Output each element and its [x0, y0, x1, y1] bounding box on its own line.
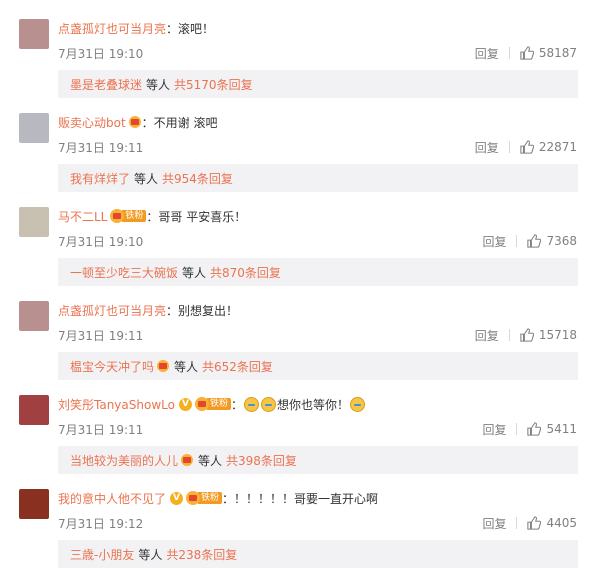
divider: [508, 329, 510, 341]
thumbs-up-icon[interactable]: [520, 46, 534, 60]
divider: [508, 141, 510, 153]
fan-badge: 铁粉: [194, 397, 231, 411]
comment-username[interactable]: 贩卖心动bot: [58, 114, 126, 131]
reply-button[interactable]: 回复: [482, 515, 506, 532]
crying-emoji-icon: [244, 396, 259, 412]
thumbs-up-icon[interactable]: [520, 328, 534, 342]
sub-reply-user[interactable]: 榅宝今天冲了吗: [70, 358, 154, 375]
sub-reply-bar[interactable]: 榅宝今天冲了吗 等人 共652条回复: [58, 352, 578, 380]
sub-reply-total[interactable]: 共5170条回复: [174, 76, 253, 93]
comment-username[interactable]: 马不二LL: [58, 208, 107, 225]
avatar[interactable]: [19, 395, 49, 425]
sub-reply-bar[interactable]: 一顿至少吃三大碗饭 等人 共870条回复: [58, 258, 578, 286]
thumbs-up-icon[interactable]: [527, 422, 542, 436]
thumbs-up-icon[interactable]: [520, 140, 534, 154]
sub-reply-text: 等人: [174, 359, 199, 374]
sub-reply-text: 等人: [198, 453, 223, 468]
divider: [508, 47, 510, 59]
like-count: 4405: [546, 516, 577, 530]
comment-username[interactable]: 我的意中人他不见了: [58, 490, 166, 507]
crying-emoji-icon: [261, 396, 276, 412]
reply-button[interactable]: 回复: [482, 233, 506, 250]
sub-reply-total[interactable]: 共954条回复: [162, 170, 233, 187]
sub-reply-user[interactable]: 三歳-小朋友: [70, 546, 134, 563]
avatar[interactable]: [19, 207, 49, 237]
avatar[interactable]: [19, 489, 49, 519]
verified-v-icon: V: [170, 491, 184, 505]
fan-badge: 铁粉: [110, 209, 147, 223]
divider: [516, 517, 518, 529]
divider: [516, 235, 518, 247]
comment-username[interactable]: 刘笑彤TanyaShowLo: [58, 396, 175, 413]
like-count: 7368: [546, 234, 577, 248]
comment-time: 7月31日 19:10: [58, 235, 144, 249]
avatar[interactable]: [19, 19, 49, 49]
thumbs-up-icon[interactable]: [527, 234, 542, 248]
sub-reply-total[interactable]: 共652条回复: [202, 358, 273, 375]
comment-text: ：滚吧！: [166, 21, 215, 36]
sub-reply-total[interactable]: 共870条回复: [210, 264, 281, 281]
crying-emoji-icon: [350, 396, 366, 412]
sub-reply-text: 等人: [182, 265, 207, 280]
comment-text: ：不用谢 滚吧: [141, 115, 218, 130]
sub-reply-text: 等人: [146, 77, 171, 92]
vip-crown-icon: [180, 453, 194, 467]
comment-time: 7月31日 19:10: [58, 47, 144, 61]
avatar[interactable]: [19, 301, 49, 331]
sub-reply-total[interactable]: 共398条回复: [226, 452, 297, 469]
crown-icon: [194, 397, 209, 411]
sub-reply-bar[interactable]: 当地较为美丽的人儿 等人 共398条回复: [58, 446, 578, 474]
divider: [516, 423, 518, 435]
sub-reply-bar[interactable]: 三歳-小朋友 等人 共238条回复: [58, 540, 578, 568]
reply-button[interactable]: 回复: [475, 139, 499, 156]
avatar[interactable]: [19, 113, 49, 143]
comment-text: 想你也等你！: [277, 397, 350, 412]
sub-reply-text: 等人: [134, 171, 159, 186]
sub-reply-user[interactable]: 墨是老叠球迷: [70, 76, 142, 93]
reply-button[interactable]: 回复: [475, 45, 499, 62]
comment-colon: ：: [230, 397, 243, 412]
sub-reply-bar[interactable]: 墨是老叠球迷 等人 共5170条回复: [58, 70, 578, 98]
verified-v-icon: V: [178, 397, 192, 411]
sub-reply-user[interactable]: 一顿至少吃三大碗饭: [70, 264, 178, 281]
comment-text: ：哥哥 平安喜乐！: [146, 209, 247, 224]
crown-icon: [186, 491, 201, 505]
vip-crown-icon: [156, 359, 170, 373]
sub-reply-user[interactable]: 我有烊烊了: [70, 170, 130, 187]
sub-reply-bar[interactable]: 我有烊烊了 等人 共954条回复: [58, 164, 578, 192]
like-count: 22871: [538, 140, 577, 154]
comment-username[interactable]: 点盏孤灯也可当月亮: [58, 302, 166, 319]
reply-button[interactable]: 回复: [482, 421, 506, 438]
sub-reply-total[interactable]: 共238条回复: [166, 546, 237, 563]
like-count: 58187: [538, 46, 577, 60]
comment-time: 7月31日 19:11: [58, 141, 144, 155]
comment-username[interactable]: 点盏孤灯也可当月亮: [58, 20, 166, 37]
like-count: 15718: [538, 328, 577, 342]
reply-button[interactable]: 回复: [475, 327, 499, 344]
comment-text: ：别想复出！: [166, 303, 239, 318]
sub-reply-text: 等人: [138, 547, 163, 562]
fan-badge: 铁粉: [186, 491, 223, 505]
like-count: 5411: [546, 422, 577, 436]
comment-time: 7月31日 19:11: [58, 329, 144, 343]
comment-time: 7月31日 19:12: [58, 517, 144, 531]
vip-crown-icon: [128, 115, 142, 129]
thumbs-up-icon[interactable]: [527, 516, 542, 530]
comment-time: 7月31日 19:11: [58, 423, 144, 437]
comment-text: ：！！！！！哥要一直开心啊: [222, 491, 379, 506]
sub-reply-user[interactable]: 当地较为美丽的人儿: [70, 452, 178, 469]
